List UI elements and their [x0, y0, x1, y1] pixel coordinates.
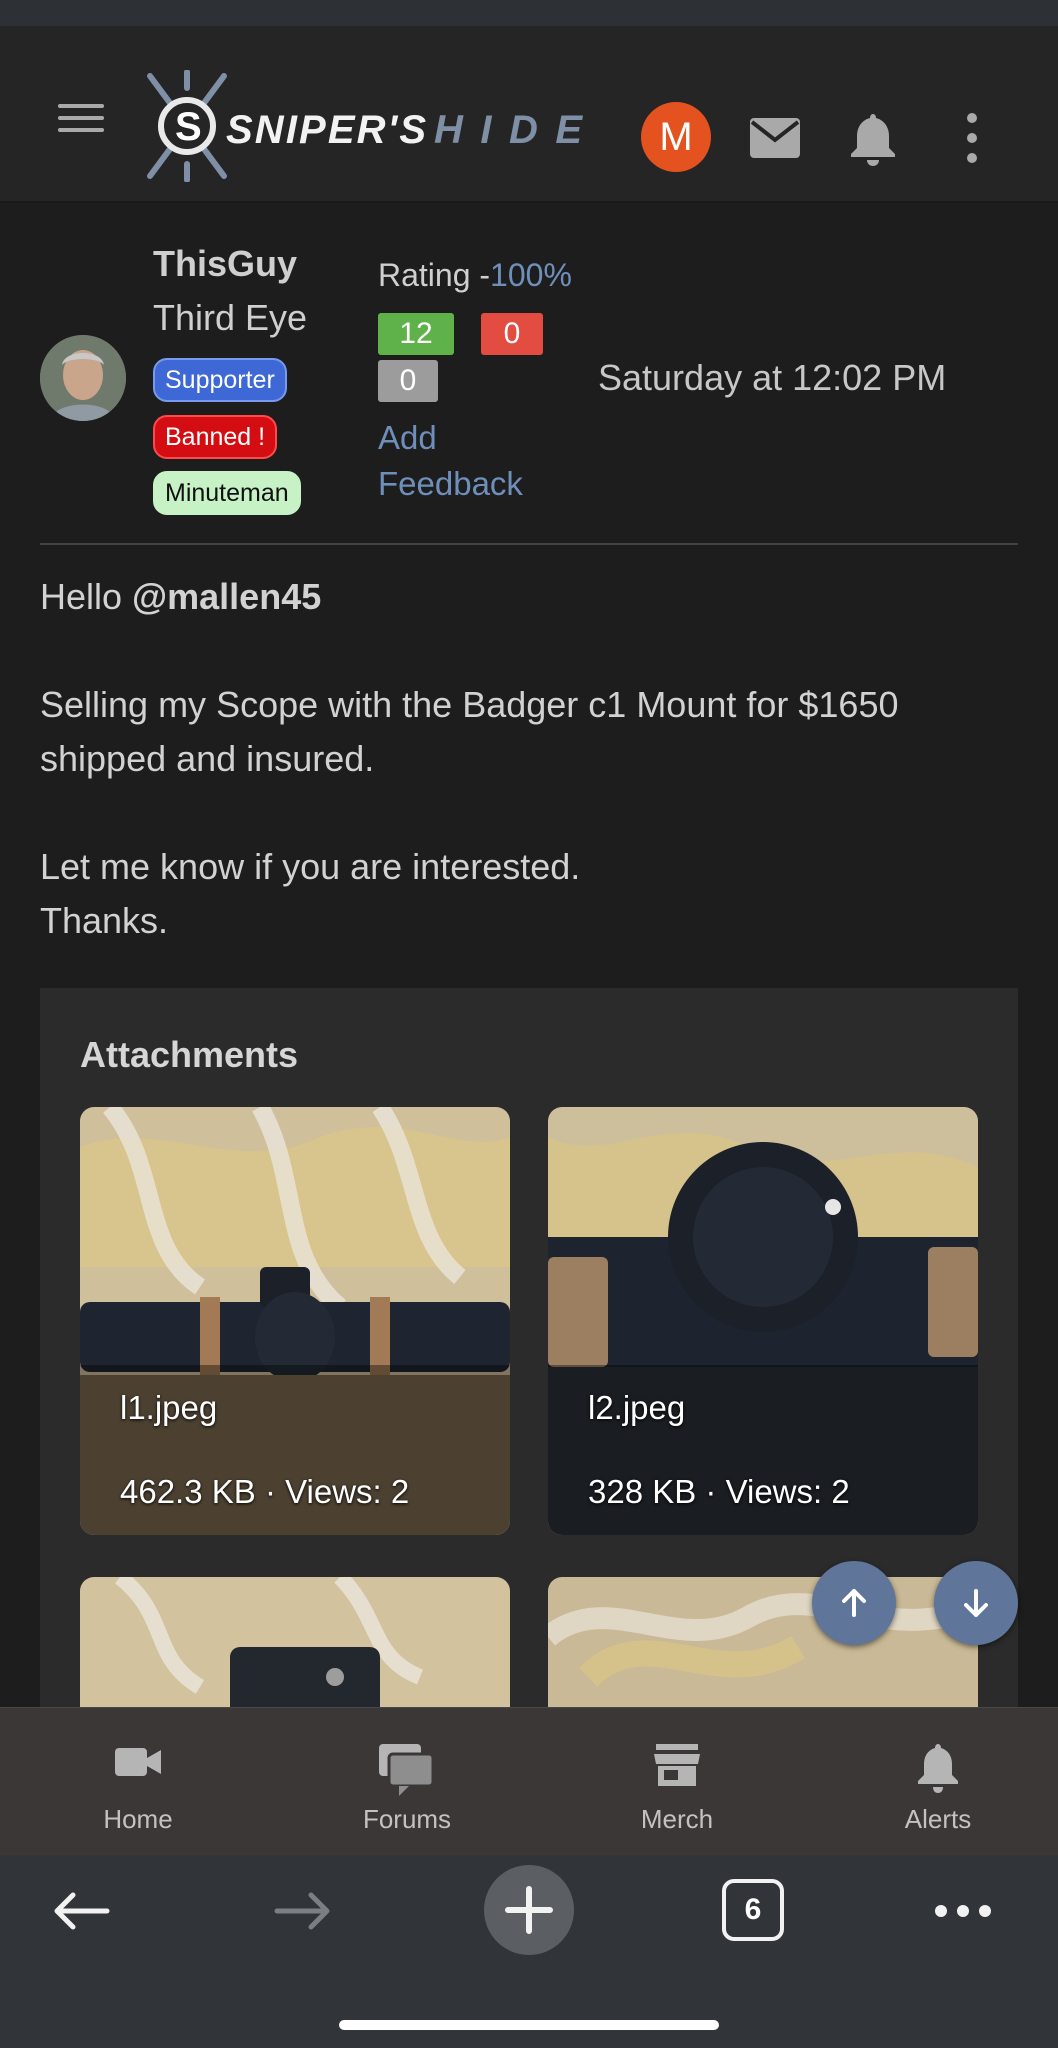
hamburger-menu-icon[interactable]: [58, 94, 114, 142]
back-button[interactable]: [46, 1881, 116, 1941]
rating: Rating -100%: [378, 257, 572, 294]
account-avatar[interactable]: M: [641, 102, 711, 172]
bottom-navigation: Home Forums Merch Alerts: [0, 1707, 1058, 1855]
tab-count-button[interactable]: 6: [722, 1879, 784, 1941]
attachment-meta: 328 KB · Views: 2: [588, 1473, 850, 1510]
attachment-name[interactable]: l1.jpeg: [120, 1389, 217, 1427]
mention-link[interactable]: @mallen45: [132, 576, 321, 617]
arrow-down-icon: [964, 1589, 988, 1617]
home-indicator: [339, 2020, 719, 2030]
attachment-meta: 462.3 KB · Views: 2: [120, 1473, 410, 1510]
greeting-text: Hello: [40, 576, 133, 617]
banned-badge: Banned !: [153, 415, 278, 459]
nav-label: Alerts: [904, 1804, 972, 1834]
supporter-badge: Supporter: [153, 358, 287, 402]
post-date[interactable]: Saturday at 12:02 PM: [598, 357, 946, 399]
scroll-up-button[interactable]: [812, 1561, 896, 1645]
mail-icon[interactable]: [747, 110, 803, 166]
more-vertical-icon[interactable]: [944, 110, 1000, 166]
plus-icon: [505, 1886, 553, 1934]
nav-label: Home: [103, 1804, 173, 1834]
attachment-thumbnail[interactable]: l1.jpeg 462.3 KB · Views: 2: [80, 1107, 510, 1535]
scope-photo-4: [548, 1577, 978, 1707]
user-avatar[interactable]: [40, 335, 126, 421]
nav-home[interactable]: Home: [58, 1708, 218, 1856]
minuteman-badge: Minuteman: [153, 471, 301, 515]
message-greeting: Hello @mallen45: [40, 570, 1030, 624]
nav-forums[interactable]: Forums: [327, 1708, 487, 1856]
add-feedback-link[interactable]: Add Feedback: [378, 415, 568, 507]
username[interactable]: ThisGuy: [153, 243, 297, 285]
status-strip: [0, 0, 1058, 26]
bell-icon: [918, 1744, 958, 1793]
svg-text:S: S: [175, 105, 202, 149]
message-body: Selling my Scope with the Badger c1 Moun…: [40, 684, 899, 779]
positive-feedback-count[interactable]: 12: [378, 313, 454, 355]
video-camera-icon: [115, 1748, 161, 1776]
svg-text:HIDE: HIDE: [434, 108, 583, 152]
browser-toolbar: 6: [0, 1855, 1058, 2048]
arrow-right-icon: [274, 1892, 330, 1930]
message-signoff: Thanks.: [40, 900, 169, 941]
store-icon: [654, 1744, 700, 1786]
nav-merch[interactable]: Merch: [597, 1708, 757, 1856]
attachments-title: Attachments: [80, 1034, 299, 1075]
svg-text:SNIPER'S: SNIPER'S: [226, 108, 426, 152]
post: ThisGuy Third Eye Supporter Banned ! Min…: [0, 205, 1058, 1707]
scroll-down-button[interactable]: [934, 1561, 1018, 1645]
attachment-thumbnail[interactable]: [80, 1577, 510, 1707]
new-tab-button[interactable]: [484, 1865, 574, 1955]
user-title: Third Eye: [153, 297, 308, 338]
attachment-name[interactable]: l2.jpeg: [588, 1389, 685, 1427]
attachment-thumbnail[interactable]: [548, 1577, 978, 1707]
app-header: S SNIPER'S HIDE M: [0, 26, 1058, 203]
scope-photo-3: [80, 1577, 510, 1707]
arrow-left-icon: [54, 1892, 110, 1930]
arrow-up-icon: [842, 1589, 866, 1617]
forward-button[interactable]: [268, 1881, 338, 1941]
message-line: Let me know if you are interested.: [40, 846, 581, 887]
more-options-icon[interactable]: [928, 1881, 998, 1941]
nav-label: Forums: [362, 1804, 452, 1834]
nav-alerts[interactable]: Alerts: [858, 1708, 1018, 1856]
attachment-thumbnail[interactable]: l2.jpeg 328 KB · Views: 2: [548, 1107, 978, 1535]
rating-value: 100%: [490, 257, 572, 293]
negative-feedback-count[interactable]: 0: [481, 313, 543, 355]
bell-icon[interactable]: [845, 110, 901, 166]
rating-label: Rating -: [378, 257, 491, 293]
site-logo[interactable]: S SNIPER'S HIDE: [144, 70, 594, 182]
nav-label: Merch: [640, 1804, 714, 1834]
neutral-feedback-count[interactable]: 0: [378, 360, 438, 402]
chat-bubbles-icon: [379, 1744, 435, 1796]
divider: [40, 543, 1018, 545]
